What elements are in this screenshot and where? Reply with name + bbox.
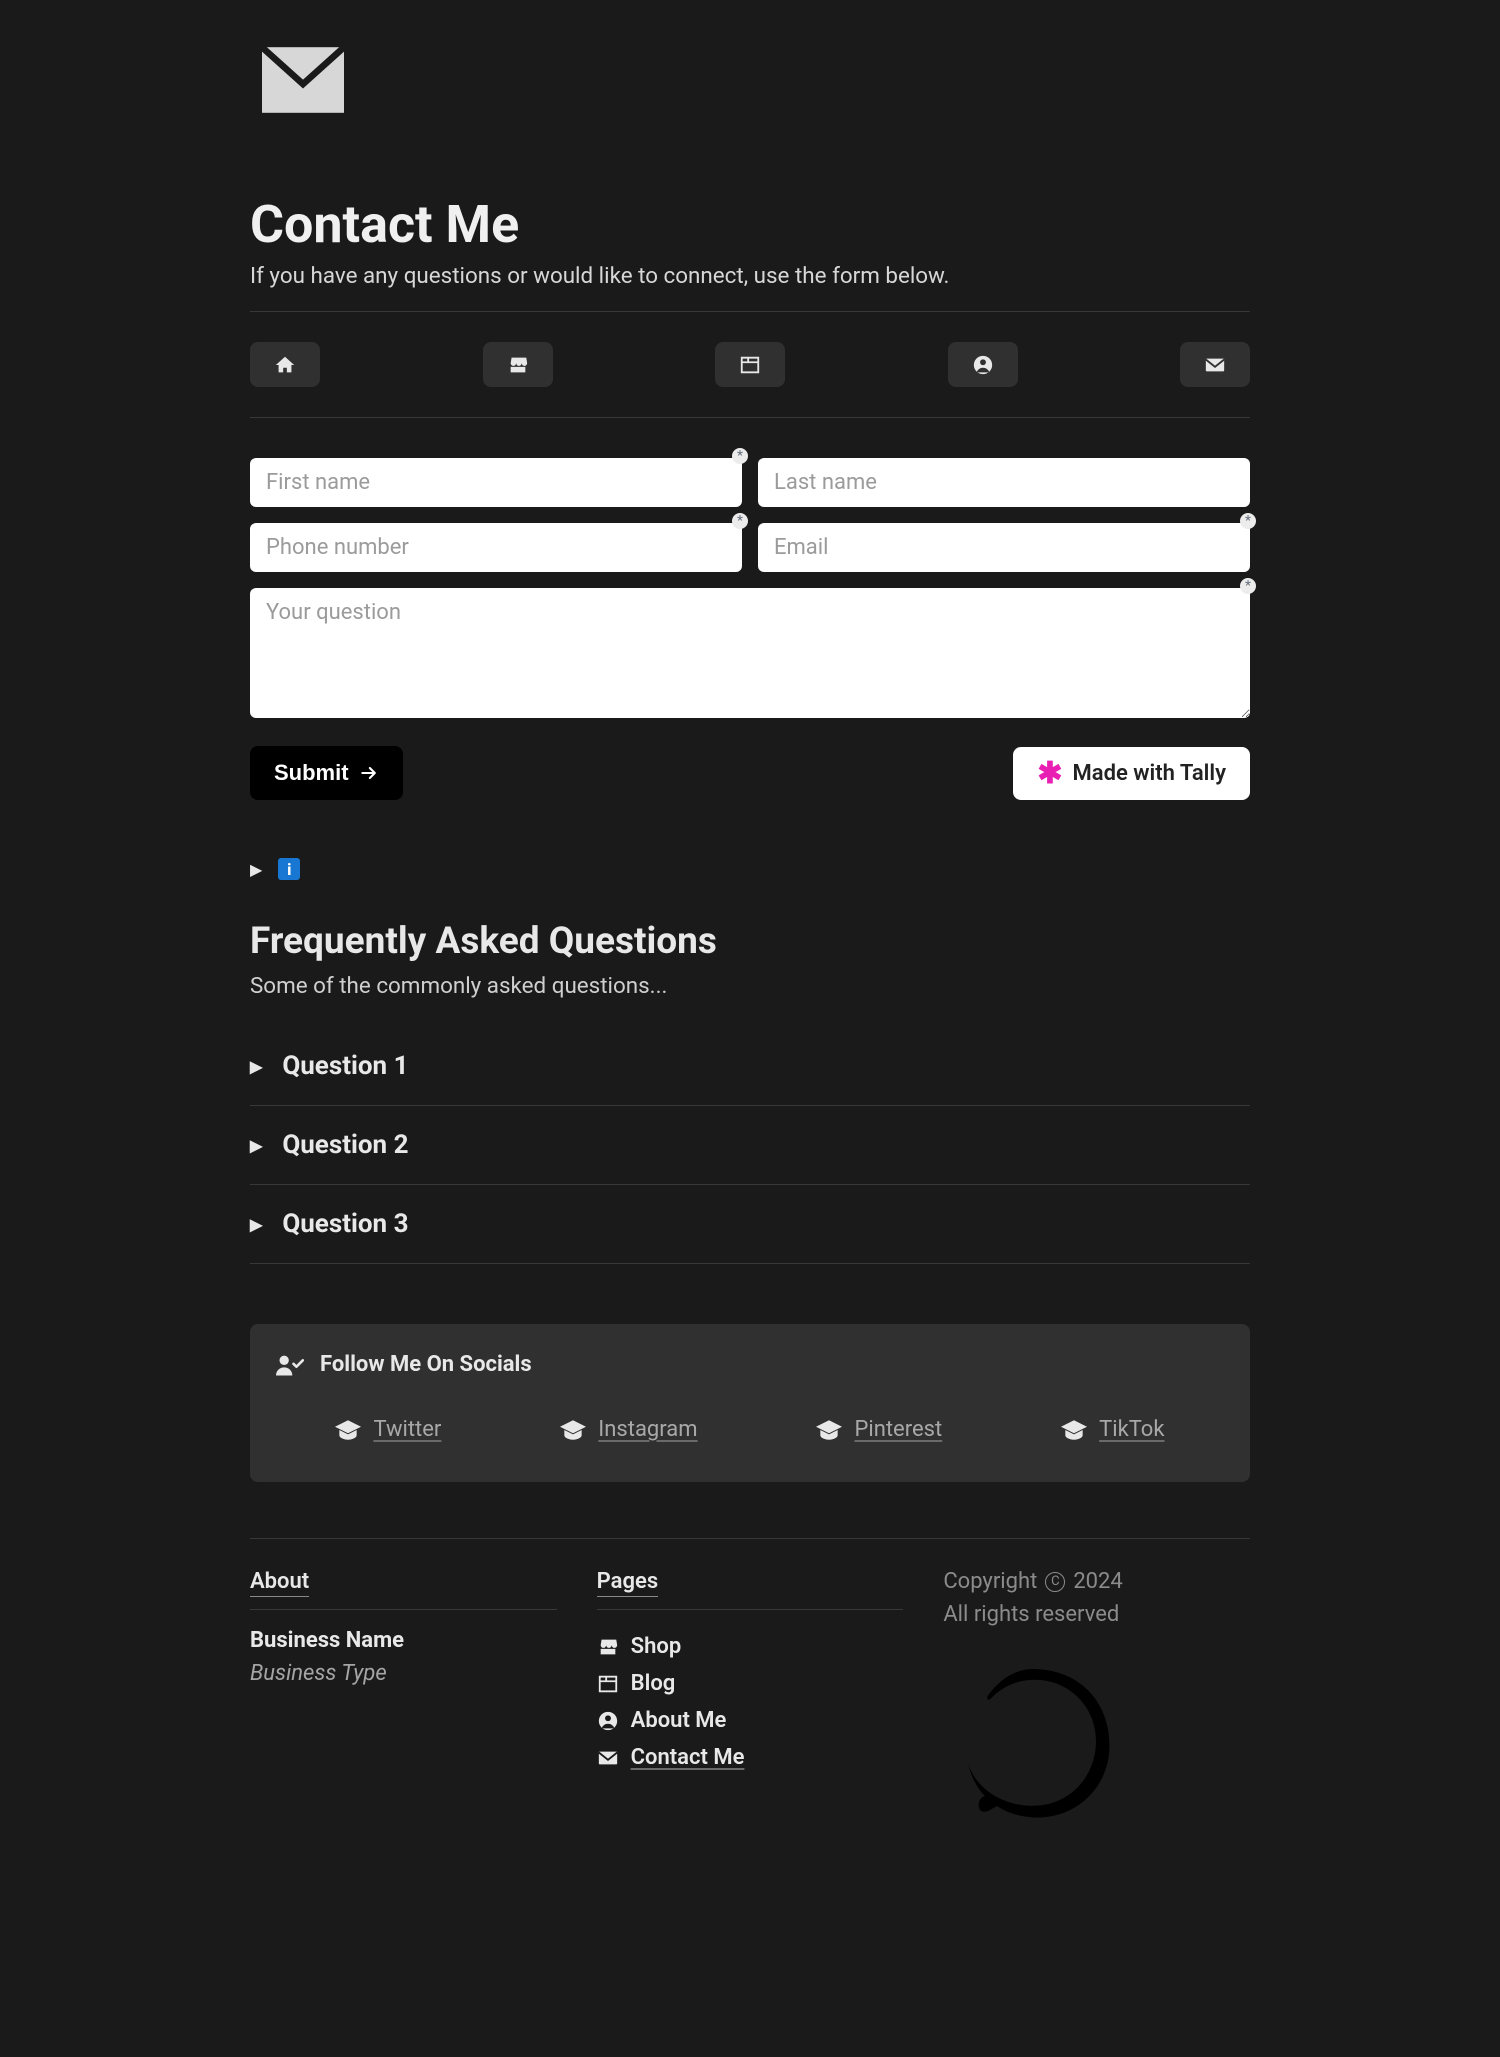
submit-button[interactable]: Submit [250, 746, 403, 800]
caret-right-icon: ▶ [250, 860, 262, 879]
social-link-tiktok[interactable]: TikTok [1061, 1417, 1164, 1442]
social-link-pinterest[interactable]: Pinterest [816, 1417, 942, 1442]
footer-pages-column: Pages Shop Blog About Me Contact Me [597, 1569, 904, 1837]
footer-link-blog[interactable]: Blog [597, 1665, 904, 1702]
tally-star-icon: ✱ [1037, 766, 1062, 781]
enso-logo-icon [943, 1651, 1250, 1837]
nav-row [250, 312, 1250, 417]
divider [597, 1609, 904, 1610]
faq-title: Frequently Asked Questions [250, 920, 1250, 963]
page-subtitle: If you have any questions or would like … [250, 263, 1250, 289]
question-input[interactable] [250, 588, 1250, 718]
user-circle-icon [597, 1710, 619, 1732]
user-circle-icon [972, 354, 994, 376]
nav-shop-button[interactable] [483, 342, 553, 387]
faq-question-label: Question 1 [282, 1051, 408, 1081]
home-icon [274, 354, 296, 376]
made-with-tally-button[interactable]: ✱ Made with Tally [1013, 747, 1250, 800]
socials-card: Follow Me On Socials Twitter Instagram P… [250, 1324, 1250, 1482]
footer: About Business Name Business Type Pages … [250, 1539, 1250, 1897]
nav-blog-button[interactable] [715, 342, 785, 387]
info-icon: i [278, 858, 300, 880]
footer-link-shop[interactable]: Shop [597, 1628, 904, 1665]
graduation-cap-icon [1061, 1420, 1087, 1440]
required-indicator-icon: * [1240, 578, 1256, 594]
footer-link-contact[interactable]: Contact Me [597, 1739, 904, 1776]
footer-copyright-column: Copyright C 2024 All rights reserved [943, 1569, 1250, 1837]
social-link-instagram[interactable]: Instagram [560, 1417, 697, 1442]
contact-form: * * * * Submit [250, 418, 1250, 800]
submit-label: Submit [274, 760, 349, 786]
faq-item[interactable]: ▶ Question 2 [250, 1106, 1250, 1185]
faq-question-label: Question 2 [282, 1130, 408, 1160]
footer-pages-heading: Pages [597, 1569, 658, 1597]
first-name-input[interactable] [250, 458, 742, 507]
nav-home-button[interactable] [250, 342, 320, 387]
email-input[interactable] [758, 523, 1250, 572]
envelope-icon [1204, 354, 1226, 376]
business-type: Business Type [250, 1661, 557, 1686]
footer-about-heading: About [250, 1569, 309, 1597]
envelope-hero-icon [262, 46, 344, 114]
divider [250, 1609, 557, 1610]
info-disclosure-toggle[interactable]: ▶ i [250, 858, 1250, 880]
envelope-icon [597, 1747, 619, 1769]
nav-contact-button[interactable] [1180, 342, 1250, 387]
person-check-icon [276, 1354, 304, 1376]
faq-question-label: Question 3 [282, 1209, 408, 1239]
social-link-twitter[interactable]: Twitter [335, 1417, 441, 1442]
socials-heading: Follow Me On Socials [276, 1352, 1224, 1377]
copyright-symbol-icon: C [1045, 1572, 1065, 1592]
required-indicator-icon: * [732, 513, 748, 529]
graduation-cap-icon [816, 1420, 842, 1440]
window-icon [739, 354, 761, 376]
last-name-input[interactable] [758, 458, 1250, 507]
footer-link-about[interactable]: About Me [597, 1702, 904, 1739]
phone-input[interactable] [250, 523, 742, 572]
tally-label: Made with Tally [1073, 761, 1226, 786]
footer-about-column: About Business Name Business Type [250, 1569, 557, 1837]
caret-right-icon: ▶ [250, 1215, 262, 1234]
faq-item[interactable]: ▶ Question 1 [250, 1027, 1250, 1106]
page-title: Contact Me [250, 194, 1250, 255]
caret-right-icon: ▶ [250, 1057, 262, 1076]
faq-subtitle: Some of the commonly asked questions... [250, 973, 1250, 999]
business-name: Business Name [250, 1628, 557, 1653]
graduation-cap-icon [560, 1420, 586, 1440]
required-indicator-icon: * [732, 448, 748, 464]
store-icon [507, 354, 529, 376]
rights-line: All rights reserved [943, 1602, 1250, 1627]
nav-about-button[interactable] [948, 342, 1018, 387]
caret-right-icon: ▶ [250, 1136, 262, 1155]
required-indicator-icon: * [1240, 513, 1256, 529]
faq-item[interactable]: ▶ Question 3 [250, 1185, 1250, 1264]
store-icon [597, 1636, 619, 1658]
graduation-cap-icon [335, 1420, 361, 1440]
window-icon [597, 1673, 619, 1695]
arrow-right-icon [359, 763, 379, 783]
copyright-line: Copyright C 2024 [943, 1569, 1250, 1594]
